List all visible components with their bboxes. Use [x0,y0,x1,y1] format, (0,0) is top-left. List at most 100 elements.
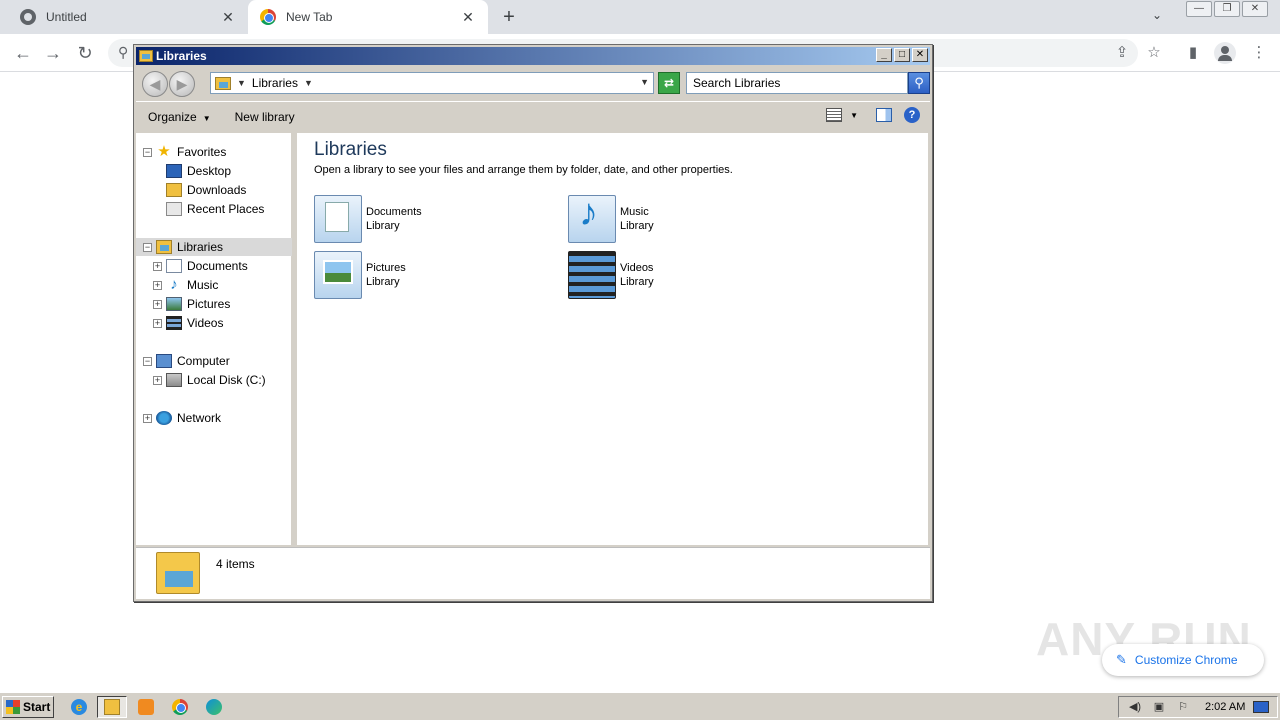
maximize-button[interactable]: □ [894,48,910,62]
chevron-down-icon[interactable]: ▼ [850,111,858,120]
nav-label: Local Disk (C:) [187,373,266,387]
nav-music[interactable]: + ♪ Music [153,276,218,294]
back-button[interactable]: ← [12,42,34,64]
documents-library-icon [314,195,362,243]
pencil-icon: ✎ [1116,652,1127,667]
organize-button[interactable]: Organize ▼ [136,110,223,124]
nav-favorites[interactable]: − ★ Favorites [143,143,226,161]
disk-icon [166,373,182,387]
chrome-icon [260,9,276,25]
network-tray-icon[interactable]: ▣ [1151,700,1167,714]
side-panel-icon[interactable]: ▮ [1182,42,1204,64]
nav-documents[interactable]: + Documents [153,257,248,275]
collapse-icon[interactable]: − [143,242,152,252]
chevron-down-icon[interactable]: ▼ [237,78,246,88]
computer-icon [156,354,172,368]
new-library-button[interactable]: New library [223,110,307,124]
nav-libraries[interactable]: − Libraries [136,238,292,256]
restore-button[interactable]: ❐ [1214,1,1240,17]
refresh-button[interactable]: ⇄ [658,72,680,94]
back-button[interactable]: ◀ [142,71,168,97]
breadcrumb-libraries[interactable]: Libraries [252,76,298,90]
show-desktop-icon[interactable] [1253,701,1270,713]
taskbar-edge[interactable] [199,696,229,718]
nav-label: Libraries [177,240,224,254]
internet-explorer-icon: e [71,699,87,715]
browser-tab-strip: Untitled ✕ New Tab ✕ + ⌄ — ❐ ✕ [0,0,1280,34]
music-library-icon [568,192,616,243]
window-controls: — ❐ ✕ [1184,1,1268,17]
search-input[interactable]: Search Libraries [686,72,908,94]
taskbar-internet-explorer[interactable]: e [64,696,94,718]
system-tray: ◀) ▣ ⚐ 2:02 AM [1118,696,1278,718]
desktop-icon [166,164,182,178]
nav-local-disk[interactable]: + Local Disk (C:) [153,371,266,389]
expand-icon[interactable]: + [153,299,162,309]
search-button[interactable]: ⚲ [908,72,930,94]
library-documents[interactable]: Documents Library [314,195,554,245]
nav-label: Documents [187,259,248,273]
address-bar[interactable]: ▼ Libraries ▼ ▼ [210,72,654,94]
organize-label: Organize [148,109,197,124]
volume-icon[interactable]: ◀) [1127,700,1143,714]
nav-pictures[interactable]: + Pictures [153,295,230,313]
expand-icon[interactable]: + [153,318,162,328]
tab-new-tab[interactable]: New Tab ✕ [248,0,488,34]
pictures-icon [166,297,182,311]
nav-recent-places[interactable]: Recent Places [166,200,264,218]
expand-icon[interactable]: + [153,261,162,271]
command-bar: Organize ▼ New library ▼ ? [136,101,930,131]
profile-icon[interactable] [1214,42,1236,64]
preview-pane-icon[interactable] [876,108,892,122]
page-title: Libraries [314,139,387,160]
collapse-icon[interactable]: − [143,356,152,366]
chevron-down-icon[interactable]: ▼ [304,78,313,88]
clock[interactable]: 2:02 AM [1205,701,1245,713]
menu-icon[interactable]: ⋮ [1248,42,1270,64]
reload-button[interactable]: ↻ [74,42,96,64]
tab-search-button[interactable]: ⌄ [1152,8,1162,22]
nav-desktop[interactable]: Desktop [166,162,231,180]
nav-downloads[interactable]: Downloads [166,181,246,199]
nav-videos[interactable]: + Videos [153,314,223,332]
share-icon[interactable]: ⇪ [1111,42,1133,64]
library-name: Music [620,206,649,218]
library-music[interactable]: Music Library [568,192,808,245]
address-dropdown-icon[interactable]: ▼ [640,77,649,87]
nav-label: Computer [177,354,230,368]
nav-computer[interactable]: − Computer [143,352,230,370]
star-icon[interactable]: ☆ [1143,42,1165,64]
forward-button[interactable]: ▶ [169,71,195,97]
customize-chrome-button[interactable]: ✎ Customize Chrome [1102,644,1264,676]
window-title-bar[interactable]: Libraries _ □ ✕ [136,47,930,65]
help-icon[interactable]: ? [904,107,920,123]
expand-icon[interactable]: + [143,413,152,423]
start-button[interactable]: Start [2,696,54,718]
forward-button[interactable]: → [42,42,64,64]
close-tab-icon[interactable]: ✕ [220,9,236,26]
library-videos[interactable]: Videos Library [568,251,808,301]
library-type: Library [366,276,400,288]
flag-icon[interactable]: ⚐ [1175,700,1191,714]
minimize-button[interactable]: — [1186,1,1212,17]
title-buttons: _ □ ✕ [874,48,928,62]
music-icon: ♪ [170,276,178,293]
close-window-button[interactable]: ✕ [1242,1,1268,17]
collapse-icon[interactable]: − [143,147,152,157]
change-view-icon[interactable] [826,108,843,122]
globe-icon [20,9,36,25]
expand-icon[interactable]: + [153,375,162,385]
library-pictures[interactable]: Pictures Library [314,251,554,301]
nav-network[interactable]: + Network [143,409,221,427]
taskbar-chrome[interactable] [165,696,195,718]
library-text: Music Library [620,195,654,233]
page-description: Open a library to see your files and arr… [314,164,733,176]
close-tab-icon[interactable]: ✕ [460,9,476,26]
minimize-button[interactable]: _ [876,48,892,62]
tab-untitled[interactable]: Untitled ✕ [8,0,248,34]
new-tab-button[interactable]: + [498,6,520,28]
taskbar-media-player[interactable] [131,696,161,718]
expand-icon[interactable]: + [153,280,162,290]
taskbar-explorer[interactable] [97,696,127,718]
close-button[interactable]: ✕ [912,48,928,62]
